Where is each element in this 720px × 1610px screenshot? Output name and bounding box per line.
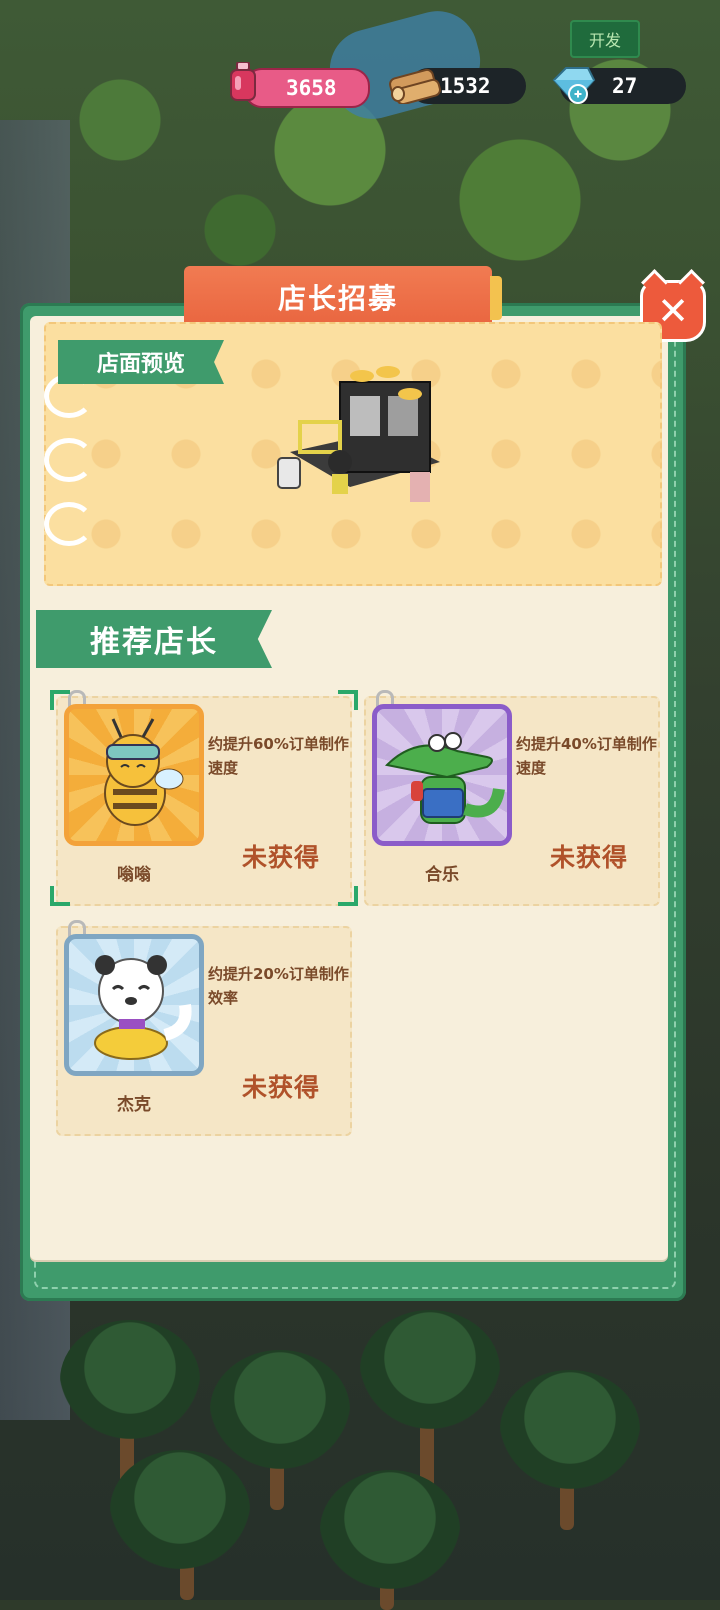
crocodile-character	[384, 732, 505, 824]
dev-button[interactable]: 开发	[570, 20, 640, 58]
manager-name: 嗡嗡	[117, 865, 151, 885]
manager-status: 未获得	[549, 843, 628, 872]
manager-bonus: 约提升60%订单制作速度	[208, 735, 349, 777]
manager-bonus: 约提升20%订单制作效率	[208, 965, 349, 1007]
binder-ring	[44, 438, 94, 482]
potion-icon	[230, 62, 256, 101]
store-preview-label: 店面预览	[58, 340, 224, 384]
manager-card[interactable]: 合乐 约提升40%订单制作速度 未获得	[364, 690, 660, 906]
manager-card[interactable]: 杰克 约提升20%订单制作效率 未获得	[56, 920, 352, 1136]
selection-corner	[338, 690, 358, 710]
manager-name: 杰克	[117, 1095, 151, 1115]
palm-trees	[0, 1310, 720, 1610]
binder-ring	[44, 502, 94, 546]
otter-character	[94, 955, 192, 1060]
manager-portrait	[372, 704, 512, 846]
manager-portrait	[64, 934, 204, 1076]
manager-name: 合乐	[425, 865, 459, 885]
manager-card[interactable]: 嗡嗡 约提升60%订单制作速度 未获得	[56, 690, 352, 906]
manager-bonus: 约提升40%订单制作速度	[516, 735, 657, 777]
manager-status: 未获得	[241, 1073, 320, 1102]
recommend-managers-label: 推荐店长	[36, 610, 272, 668]
wood-value: 1532	[440, 74, 491, 98]
manager-status: 未获得	[241, 843, 320, 872]
wood-icon	[389, 68, 441, 104]
gem-value: 27	[612, 74, 638, 98]
selection-corner	[50, 690, 70, 710]
workbench-image	[277, 366, 440, 502]
potion-value: 3658	[286, 76, 337, 100]
gem-icon[interactable]	[548, 66, 596, 106]
river	[320, 2, 490, 128]
manager-portrait	[64, 704, 204, 846]
bee-character	[104, 718, 184, 826]
selection-corner	[50, 886, 70, 906]
potion-counter: 3658	[244, 68, 370, 108]
selection-corner	[338, 886, 358, 906]
